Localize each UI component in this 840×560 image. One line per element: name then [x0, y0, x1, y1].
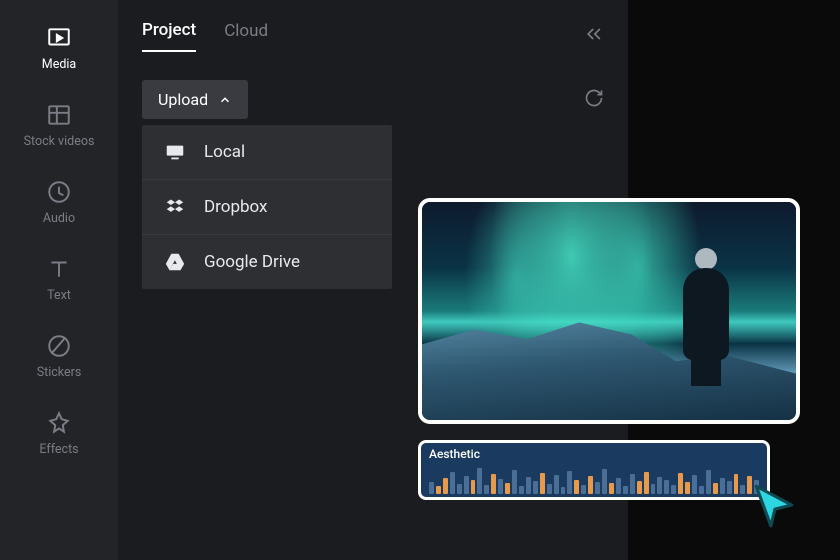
sidebar-item-stickers[interactable]: Stickers	[37, 333, 82, 380]
refresh-button[interactable]	[584, 88, 604, 112]
cursor-pointer	[750, 480, 800, 530]
audio-clip-title: Aesthetic	[429, 447, 759, 461]
chevron-up-icon	[218, 93, 232, 107]
upload-option-label: Google Drive	[204, 252, 300, 272]
sidebar-item-text[interactable]: Text	[46, 256, 72, 303]
sidebar-item-label: Text	[47, 288, 71, 303]
audio-icon	[46, 179, 72, 205]
panel-tabs: Project Cloud	[142, 20, 604, 52]
dropbox-icon	[164, 196, 186, 218]
stock-videos-icon	[46, 102, 72, 128]
sidebar-item-label: Audio	[43, 211, 75, 226]
audio-waveform	[429, 464, 759, 494]
sidebar-item-label: Stickers	[37, 365, 82, 380]
monitor-icon	[164, 141, 186, 163]
sidebar-item-stock-videos[interactable]: Stock videos	[24, 102, 95, 149]
upload-button[interactable]: Upload	[142, 80, 248, 119]
google-drive-icon	[164, 251, 186, 273]
upload-option-label: Local	[204, 142, 245, 162]
refresh-icon	[584, 88, 604, 108]
chevron-double-left-icon	[584, 24, 604, 44]
audio-clip[interactable]: Aesthetic	[418, 440, 770, 500]
collapse-panel-button[interactable]	[584, 24, 604, 48]
video-thumbnail[interactable]	[418, 198, 800, 424]
upload-option-local[interactable]: Local	[142, 125, 392, 180]
sidebar-item-audio[interactable]: Audio	[43, 179, 75, 226]
text-icon	[46, 256, 72, 282]
effects-icon	[46, 410, 72, 436]
sidebar-item-label: Effects	[39, 442, 78, 457]
sidebar-item-effects[interactable]: Effects	[39, 410, 78, 457]
sidebar-item-media[interactable]: Media	[42, 25, 76, 72]
tab-cloud[interactable]: Cloud	[224, 21, 268, 51]
upload-option-google-drive[interactable]: Google Drive	[142, 235, 392, 289]
sidebar-item-label: Stock videos	[24, 134, 95, 149]
upload-option-dropbox[interactable]: Dropbox	[142, 180, 392, 235]
media-icon	[46, 25, 72, 51]
upload-button-label: Upload	[158, 90, 208, 109]
thumbnail-image	[422, 202, 796, 420]
sidebar: Media Stock videos Audio Text Stickers E…	[0, 0, 118, 560]
stickers-icon	[46, 333, 72, 359]
upload-option-label: Dropbox	[204, 197, 268, 217]
sidebar-item-label: Media	[42, 57, 76, 72]
tab-project[interactable]: Project	[142, 20, 196, 52]
upload-dropdown: Local Dropbox Google Drive	[142, 125, 392, 289]
